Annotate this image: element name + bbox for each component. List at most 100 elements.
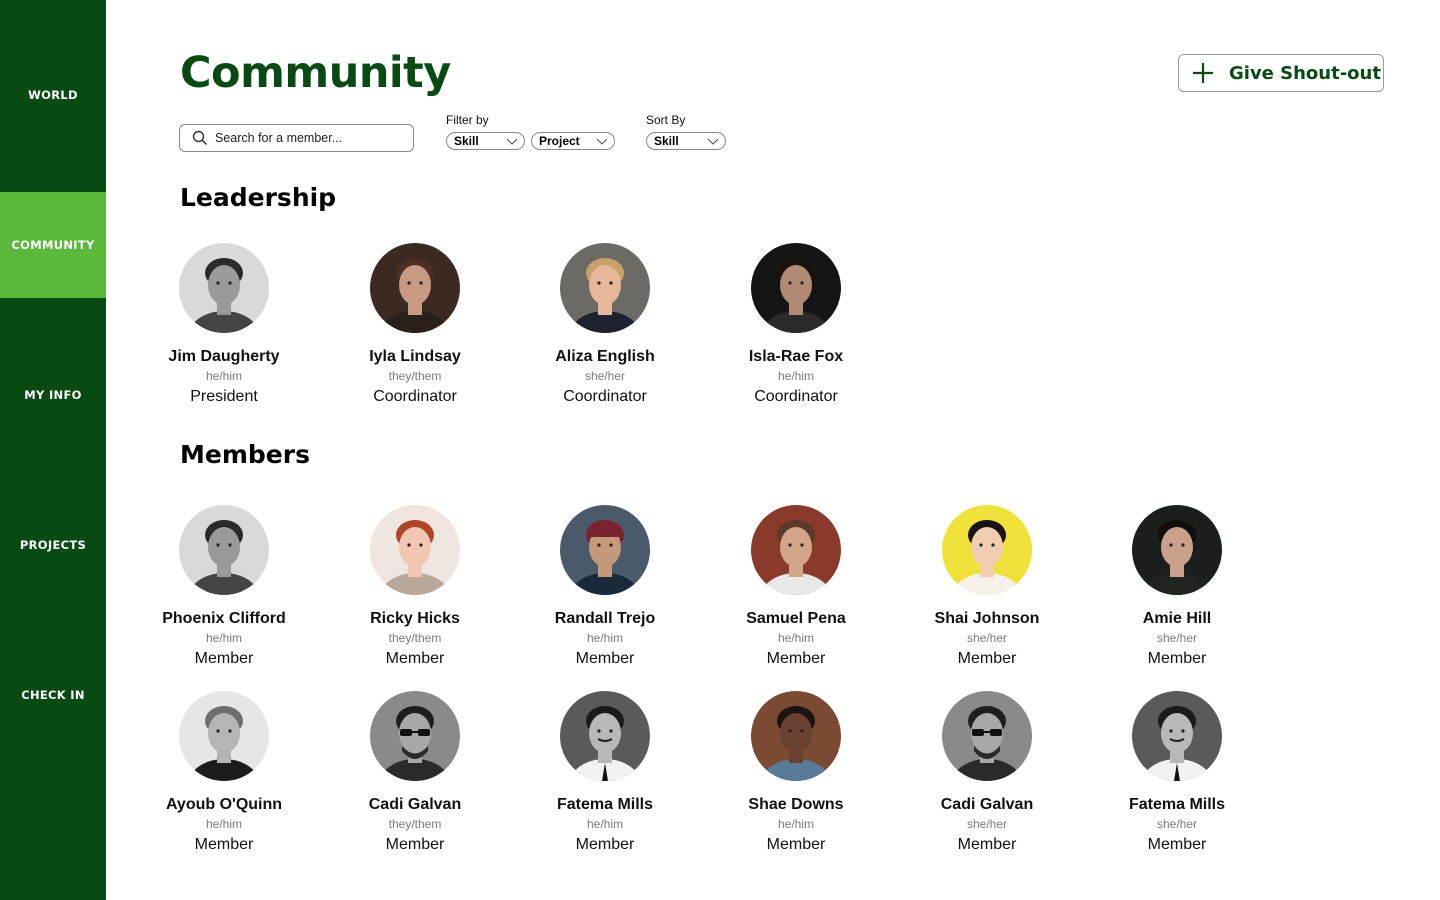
member-role: Member [766, 650, 826, 667]
member-card[interactable]: Phoenix Clifford he/him Member [149, 505, 299, 669]
give-shoutout-button[interactable]: Give Shout-out [1178, 54, 1384, 92]
member-name: Phoenix Clifford [162, 610, 286, 627]
member-pronouns: she/her [966, 817, 1008, 831]
member-role: Member [1147, 650, 1207, 667]
member-pronouns: he/him [777, 369, 815, 383]
nav-label: MY INFO [24, 388, 82, 402]
chevron-down-icon [506, 138, 518, 145]
filter-project-value: Project [539, 134, 580, 148]
leader-card[interactable]: Isla-Rae Fox he/him Coordinator [721, 243, 871, 407]
member-card[interactable]: Randall Trejo he/him Member [530, 505, 680, 669]
member-pronouns: he/him [777, 631, 815, 645]
leader-card[interactable]: Aliza English she/her Coordinator [530, 243, 680, 407]
leadership-heading: Leadership [180, 183, 337, 212]
give-shoutout-label: Give Shout-out [1229, 62, 1381, 84]
member-name: Cadi Galvan [940, 796, 1034, 813]
member-name: Ayoub O'Quinn [165, 796, 283, 813]
member-role: Coordinator [373, 388, 457, 405]
member-name: Fatema Mills [1128, 796, 1226, 813]
member-role: Member [385, 836, 445, 853]
member-role: Coordinator [563, 388, 647, 405]
member-name: Amie Hill [1142, 610, 1212, 627]
avatar [370, 691, 460, 781]
member-name: Shae Downs [748, 796, 844, 813]
chevron-down-icon [707, 138, 719, 145]
filter-project-select[interactable]: Project [531, 132, 615, 150]
sort-value: Skill [654, 134, 679, 148]
member-role: Member [385, 650, 445, 667]
members-heading: Members [180, 440, 310, 469]
member-pronouns: he/him [205, 369, 243, 383]
nav-my-info[interactable]: MY INFO [0, 342, 106, 448]
leader-card[interactable]: Jim Daugherty he/him President [149, 243, 299, 407]
chevron-down-icon [596, 138, 608, 145]
filter-label: Filter by [446, 113, 489, 127]
search-input[interactable] [215, 131, 405, 145]
member-name: Fatema Mills [556, 796, 654, 813]
page-title: Community [180, 48, 451, 98]
member-name: Randall Trejo [554, 610, 656, 627]
nav-projects[interactable]: PROJECTS [0, 492, 106, 598]
member-pronouns: she/her [1156, 817, 1198, 831]
member-name: Iyla Lindsay [369, 348, 461, 365]
member-role: President [190, 388, 258, 405]
member-card[interactable]: Shai Johnson she/her Member [912, 505, 1062, 669]
member-name: Shai Johnson [934, 610, 1040, 627]
member-card[interactable]: Fatema Mills he/him Member [530, 691, 680, 855]
avatar [1132, 691, 1222, 781]
avatar [751, 505, 841, 595]
search-icon [192, 130, 208, 146]
filter-skill-select[interactable]: Skill [446, 132, 525, 150]
member-card[interactable]: Samuel Pena he/him Member [721, 505, 871, 669]
plus-icon [1193, 63, 1213, 83]
avatar [751, 243, 841, 333]
sort-label: Sort By [646, 113, 686, 127]
member-pronouns: she/her [584, 369, 626, 383]
sort-select[interactable]: Skill [646, 132, 726, 150]
nav-label: CHECK IN [21, 688, 85, 702]
member-pronouns: they/them [388, 631, 442, 645]
member-role: Member [766, 836, 826, 853]
member-role: Member [194, 650, 254, 667]
nav-community[interactable]: COMMUNITY [0, 192, 106, 298]
member-card[interactable]: Cadi Galvan they/them Member [340, 691, 490, 855]
nav-label: PROJECTS [19, 538, 87, 552]
member-card[interactable]: Ricky Hicks they/them Member [340, 505, 490, 669]
member-pronouns: they/them [388, 817, 442, 831]
member-card[interactable]: Fatema Mills she/her Member [1102, 691, 1252, 855]
member-pronouns: they/them [388, 369, 442, 383]
avatar [370, 505, 460, 595]
avatar [751, 691, 841, 781]
member-name: Isla-Rae Fox [748, 348, 844, 365]
nav-label: COMMUNITY [11, 238, 95, 252]
member-pronouns: he/him [205, 631, 243, 645]
nav-label: WORLD [28, 88, 78, 102]
member-role: Member [1147, 836, 1207, 853]
search-box[interactable] [179, 124, 414, 152]
member-role: Member [575, 650, 635, 667]
member-pronouns: she/her [966, 631, 1008, 645]
member-card[interactable]: Shae Downs he/him Member [721, 691, 871, 855]
nav-world[interactable]: WORLD [0, 42, 106, 148]
member-pronouns: he/him [777, 817, 815, 831]
avatar [179, 691, 269, 781]
avatar [179, 505, 269, 595]
member-pronouns: he/him [205, 817, 243, 831]
leader-card[interactable]: Iyla Lindsay they/them Coordinator [340, 243, 490, 407]
member-role: Member [957, 650, 1017, 667]
member-role: Member [957, 836, 1017, 853]
nav-check-in[interactable]: CHECK IN [0, 642, 106, 748]
member-name: Samuel Pena [746, 610, 846, 627]
avatar [179, 243, 269, 333]
member-role: Coordinator [754, 388, 838, 405]
member-card[interactable]: Cadi Galvan she/her Member [912, 691, 1062, 855]
member-role: Member [194, 836, 254, 853]
avatar [560, 243, 650, 333]
member-card[interactable]: Ayoub O'Quinn he/him Member [149, 691, 299, 855]
filter-skill-value: Skill [454, 134, 479, 148]
avatar [942, 691, 1032, 781]
member-card[interactable]: Amie Hill she/her Member [1102, 505, 1252, 669]
member-pronouns: he/him [586, 817, 624, 831]
avatar [560, 691, 650, 781]
member-name: Aliza English [555, 348, 655, 365]
